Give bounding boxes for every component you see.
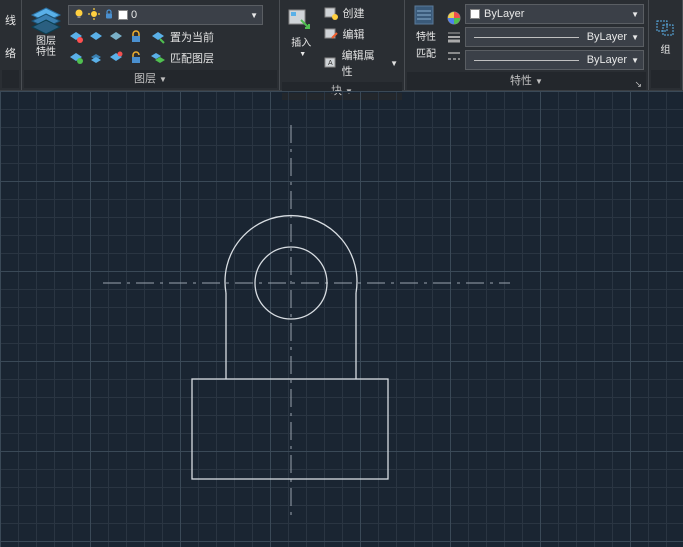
lineweight-icon[interactable] — [446, 29, 462, 45]
layer-selector[interactable]: 0 ▼ — [68, 5, 263, 25]
chevron-down-icon: ▼ — [390, 59, 398, 68]
panel-properties-title[interactable]: 特性▼ ↘ — [407, 72, 646, 90]
panel-properties: 特性 匹配 ByLayer ▼ — [405, 0, 649, 90]
layer-properties-button[interactable]: 图层 特性 — [26, 4, 66, 60]
layer-name-value: 0 — [131, 9, 137, 21]
match-layer-button[interactable]: 匹配图层 — [148, 49, 216, 67]
linetype-value: ByLayer — [587, 54, 627, 66]
lineweight-value: ByLayer — [587, 31, 627, 43]
insert-block-icon — [287, 6, 315, 32]
chevron-down-icon: ▼ — [250, 11, 258, 20]
match-props-label: 特性 — [416, 28, 436, 43]
set-current-label: 置为当前 — [170, 29, 214, 45]
layer-color-swatch — [118, 10, 128, 20]
edit-attributes-label: 编辑属性 — [342, 47, 383, 79]
layer-lock-icon[interactable] — [128, 29, 144, 45]
group-icon[interactable] — [655, 17, 677, 39]
edit-attributes-button[interactable]: A 编辑属性 ▼ — [321, 46, 400, 80]
chevron-down-icon: ▼ — [631, 33, 639, 42]
layer-properties-label: 图层 特性 — [36, 36, 56, 58]
layer-off-icon[interactable] — [68, 29, 84, 45]
edit-block-icon — [323, 26, 339, 42]
insert-block-button[interactable]: 插入 ▼ — [284, 4, 319, 60]
match-layer-label: 匹配图层 — [170, 50, 214, 66]
create-block-label: 创建 — [343, 5, 365, 21]
base-rectangle — [192, 379, 388, 479]
panel-block: 插入 ▼ 创建 编辑 A 编辑属性 ▼ 块▼ — [280, 0, 405, 90]
create-block-button[interactable]: 创建 — [321, 4, 400, 22]
edit-block-button[interactable]: 编辑 — [321, 25, 400, 43]
linetype-selector[interactable]: ByLayer ▼ — [465, 50, 644, 70]
chevron-down-icon: ▼ — [299, 51, 306, 58]
edit-block-label: 编辑 — [343, 26, 365, 42]
color-wheel-icon[interactable] — [446, 10, 462, 26]
panel-groups: 组 — [649, 0, 683, 90]
color-value: ByLayer — [484, 8, 524, 20]
lightbulb-icon — [73, 8, 85, 23]
edit-attributes-icon: A — [323, 55, 338, 71]
lineweight-preview — [474, 37, 579, 38]
match-layer-icon — [150, 50, 166, 66]
insert-block-label: 插入 — [291, 34, 311, 49]
linetype-icon[interactable] — [446, 48, 462, 64]
sun-freeze-icon — [88, 8, 100, 23]
lock-icon — [103, 8, 115, 23]
layer-freeze-icon[interactable] — [108, 29, 124, 45]
properties-icon — [413, 4, 439, 26]
chevron-down-icon: ▼ — [535, 73, 543, 91]
group-label: 组 — [661, 41, 671, 56]
chevron-down-icon: ▼ — [631, 56, 639, 65]
layer-unisolate-icon[interactable] — [88, 50, 104, 66]
util-bottom-label: 络 — [5, 45, 16, 61]
properties-button[interactable]: 特性 匹配 — [409, 4, 443, 60]
set-current-button[interactable]: 置为当前 — [148, 28, 216, 46]
ribbon: 线 络 图层 特性 — [0, 0, 683, 91]
linetype-preview — [474, 60, 579, 61]
match-props-label2: 匹配 — [416, 45, 436, 60]
create-block-icon — [323, 5, 339, 21]
panel-layers-title[interactable]: 图层▼ — [24, 70, 277, 88]
panel-groups-title — [651, 70, 680, 88]
layer-isolate-icon[interactable] — [88, 29, 104, 45]
svg-text:A: A — [328, 60, 333, 67]
color-swatch — [470, 9, 480, 19]
cad-geometry — [0, 91, 683, 547]
layers-stack-icon — [30, 6, 62, 34]
drawing-canvas[interactable] — [0, 91, 683, 547]
chevron-down-icon: ▼ — [631, 10, 639, 19]
layer-on-icon[interactable] — [68, 50, 84, 66]
layer-thaw-icon[interactable] — [108, 50, 124, 66]
set-current-icon — [150, 29, 166, 45]
lineweight-selector[interactable]: ByLayer ▼ — [465, 27, 644, 47]
panel-layers: 图层 特性 0 ▼ — [22, 0, 280, 90]
color-selector[interactable]: ByLayer ▼ — [465, 4, 644, 24]
util-top-label: 线 — [5, 12, 16, 28]
layer-unlock-icon[interactable] — [128, 50, 144, 66]
panel-trim-left: 线 络 — [0, 0, 22, 90]
chevron-down-icon: ▼ — [159, 71, 167, 89]
panel-trim-title — [2, 70, 19, 88]
